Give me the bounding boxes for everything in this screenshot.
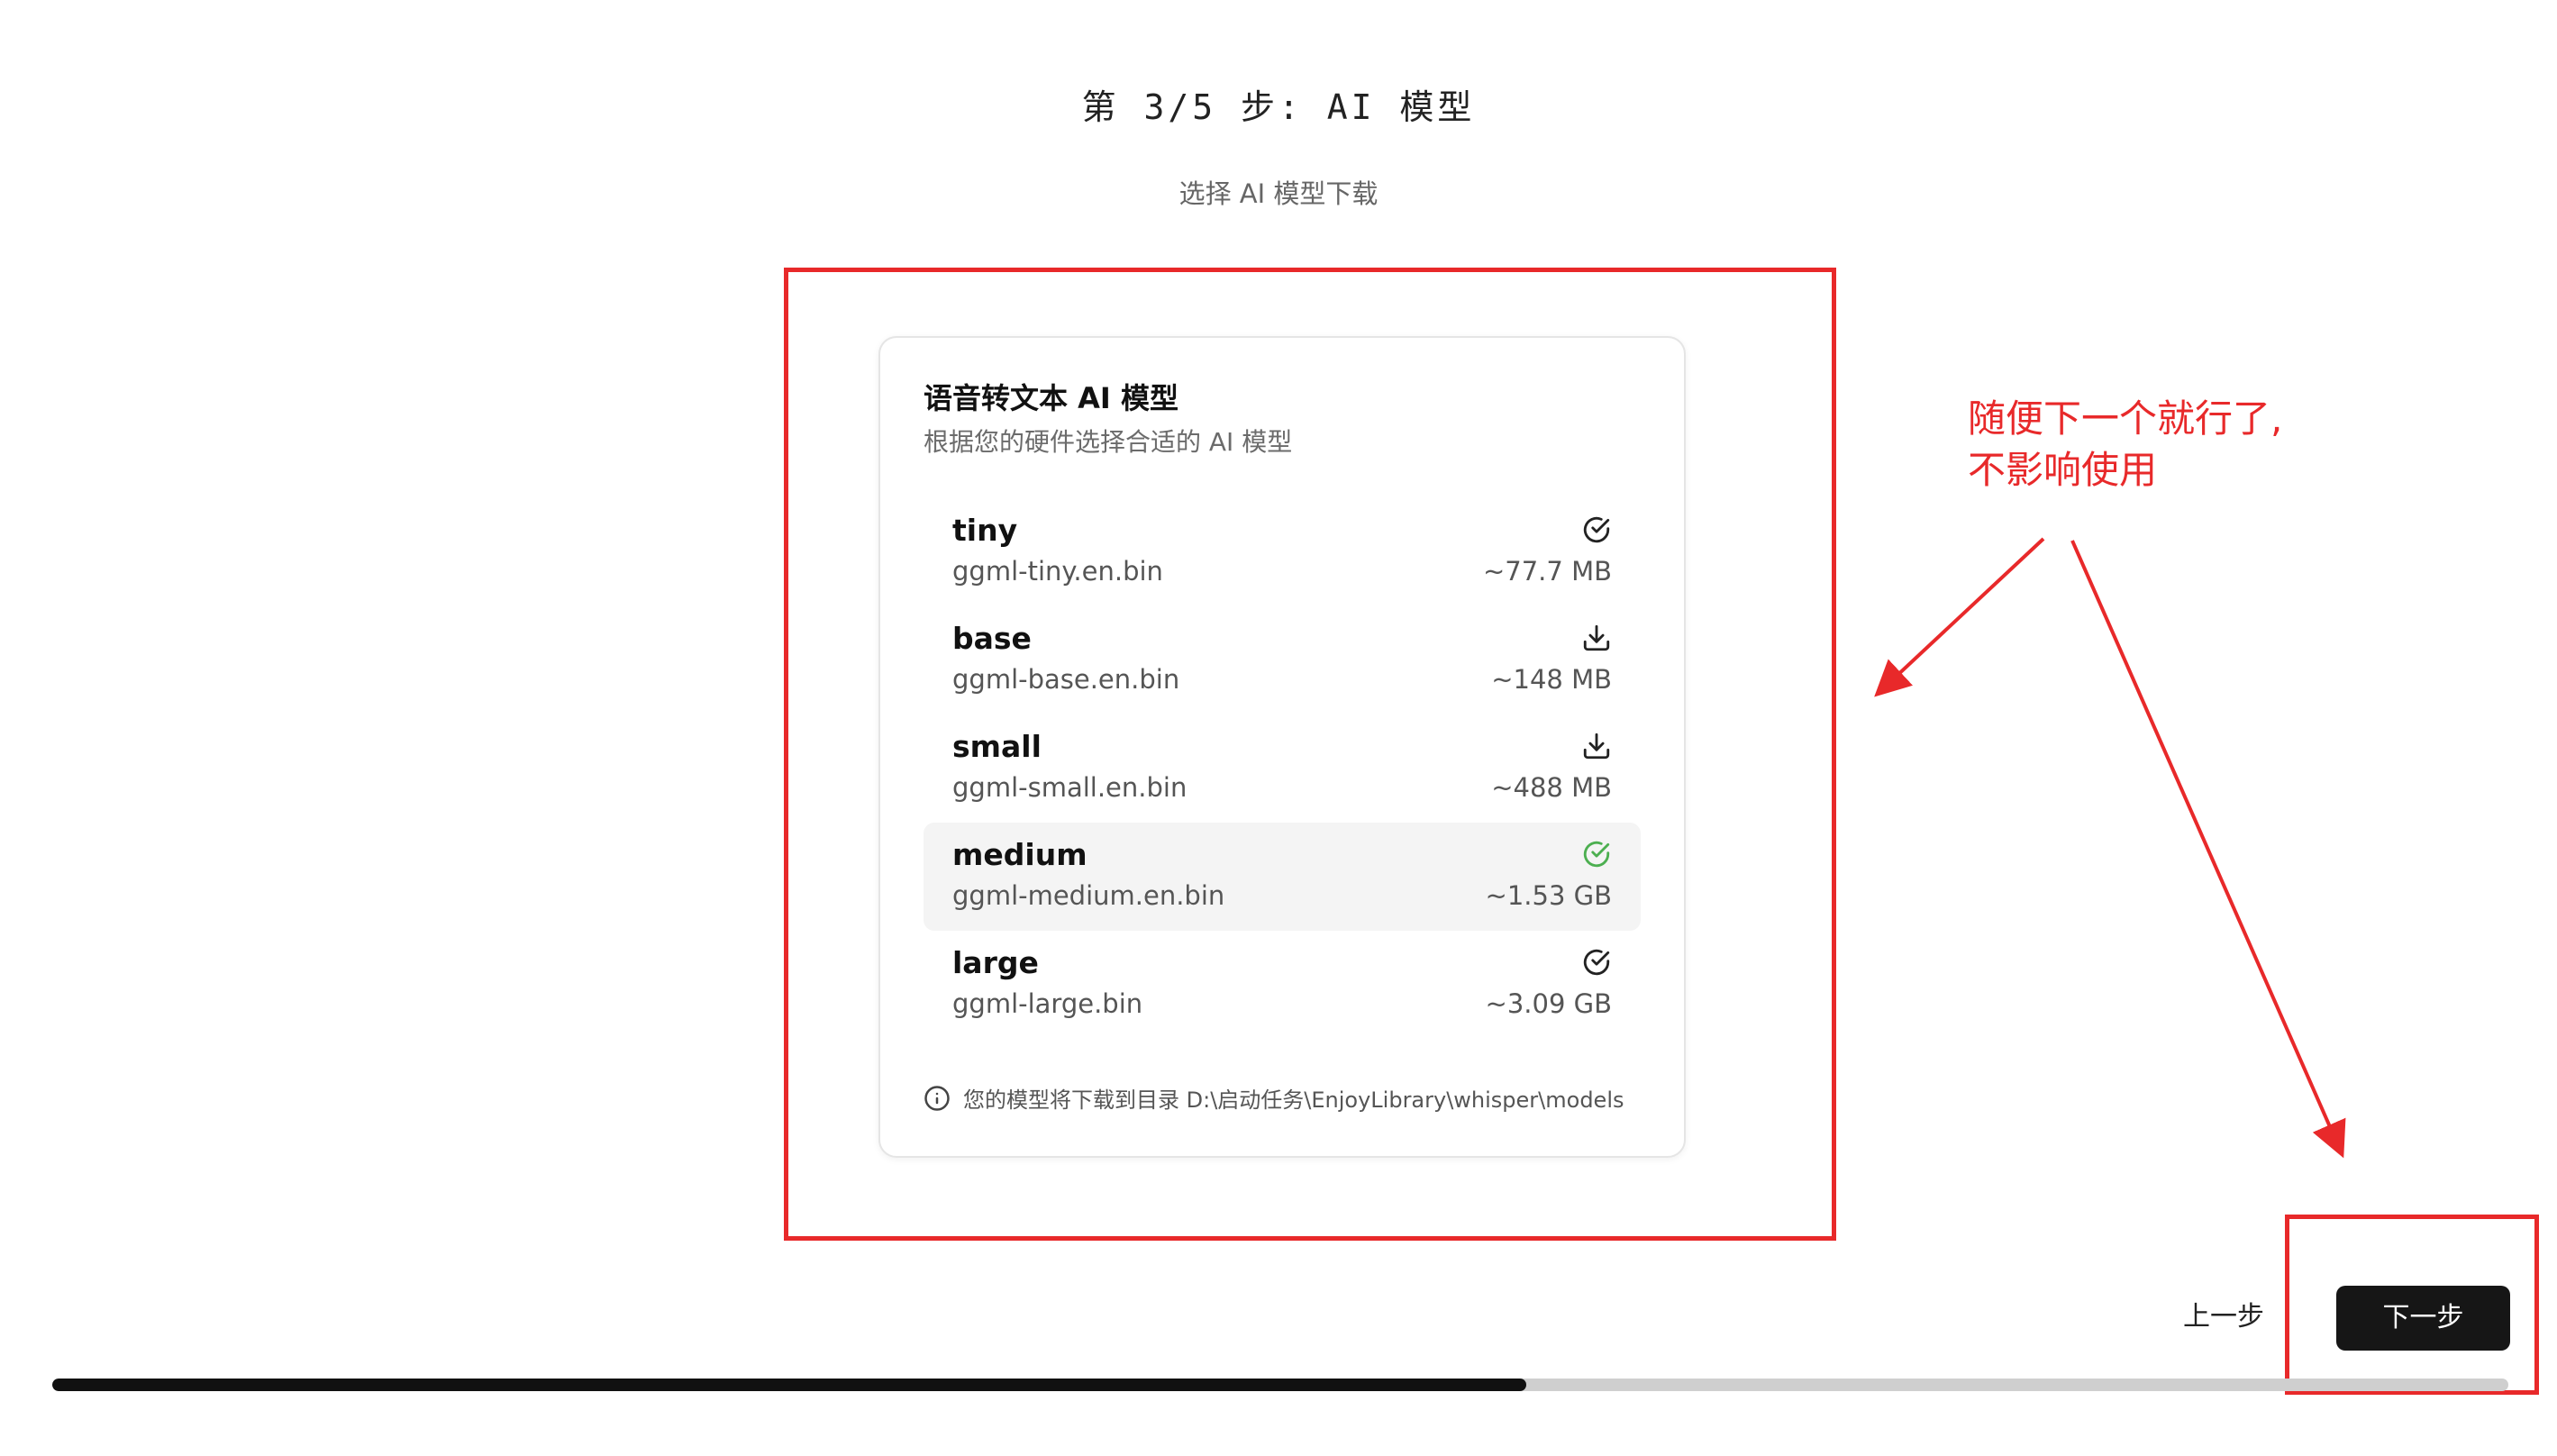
progress-bar	[52, 1379, 2508, 1391]
annotation-arrows	[1874, 537, 2346, 1159]
onboarding-page: 第 3/5 步: AI 模型 选择 AI 模型下载 语音转文本 AI 模型 根据…	[0, 0, 2557, 1456]
annotation-arrow-to-next	[2070, 540, 2346, 1159]
annotation-arrow-to-card	[1874, 537, 2045, 697]
prev-step-button[interactable]: 上一步	[2161, 1290, 2287, 1344]
progress-fill	[52, 1379, 1526, 1391]
next-step-button[interactable]: 下一步	[2336, 1286, 2510, 1351]
